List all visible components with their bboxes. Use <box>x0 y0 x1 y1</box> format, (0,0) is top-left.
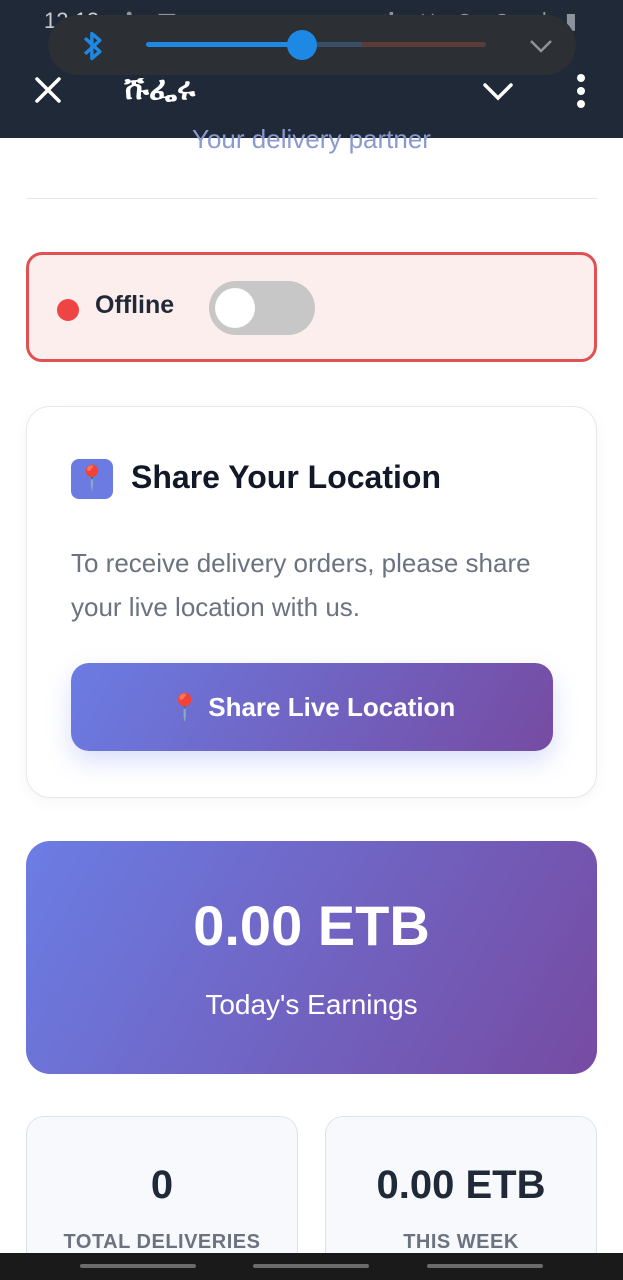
location-card-description: To receive delivery orders, please share… <box>71 548 531 622</box>
app-bar: 12:13 ✣ ▣ ◕ • ✱ ✕ ◉ ◠ ıl ▮ ሹፌሩ <box>0 0 623 138</box>
app-title: ሹፌሩ <box>124 70 196 106</box>
stat-value: 0 <box>150 1163 174 1207</box>
availability-label: Offline <box>95 291 175 319</box>
volume-slider-fill <box>146 42 303 47</box>
share-live-location-button[interactable]: 📍 Share Live Location <box>71 663 553 751</box>
location-card: 📍 Share Your Location To receive deliver… <box>26 406 597 798</box>
volume-panel[interactable] <box>48 15 576 75</box>
system-nav-bar <box>0 1253 623 1280</box>
earnings-label: Today's Earnings <box>205 989 418 1020</box>
toggle-knob <box>215 288 255 328</box>
volume-slider-knob[interactable] <box>287 30 318 60</box>
status-dot-icon <box>57 299 79 321</box>
bluetooth-icon <box>83 31 102 61</box>
stat-label: TOTAL DELIVERIES <box>63 1231 261 1253</box>
collapse-chevron-icon[interactable] <box>482 78 514 106</box>
stat-card-total-deliveries: 0 TOTAL DELIVERIES <box>26 1116 298 1276</box>
stat-value: 0.00 ETB <box>376 1163 546 1207</box>
divider <box>26 198 597 199</box>
nav-back[interactable] <box>427 1264 543 1268</box>
page-subtitle: Your delivery partner <box>192 124 431 154</box>
stat-card-this-week: 0.00 ETB THIS WEEK <box>325 1116 597 1276</box>
availability-card: Offline <box>26 252 597 362</box>
volume-slider[interactable] <box>146 30 486 60</box>
earnings-amount: 0.00 ETB <box>193 894 430 957</box>
chevron-down-icon[interactable] <box>528 33 554 59</box>
online-toggle[interactable] <box>209 281 315 335</box>
more-vertical-icon[interactable] <box>566 72 596 110</box>
earnings-card: 0.00 ETB Today's Earnings <box>26 841 597 1074</box>
pin-icon: 📍 <box>71 459 113 499</box>
stat-label: THIS WEEK <box>403 1231 519 1253</box>
nav-recents[interactable] <box>80 1264 196 1268</box>
nav-home[interactable] <box>253 1264 369 1268</box>
close-icon[interactable] <box>32 74 64 106</box>
location-card-title: Share Your Location <box>131 459 441 495</box>
